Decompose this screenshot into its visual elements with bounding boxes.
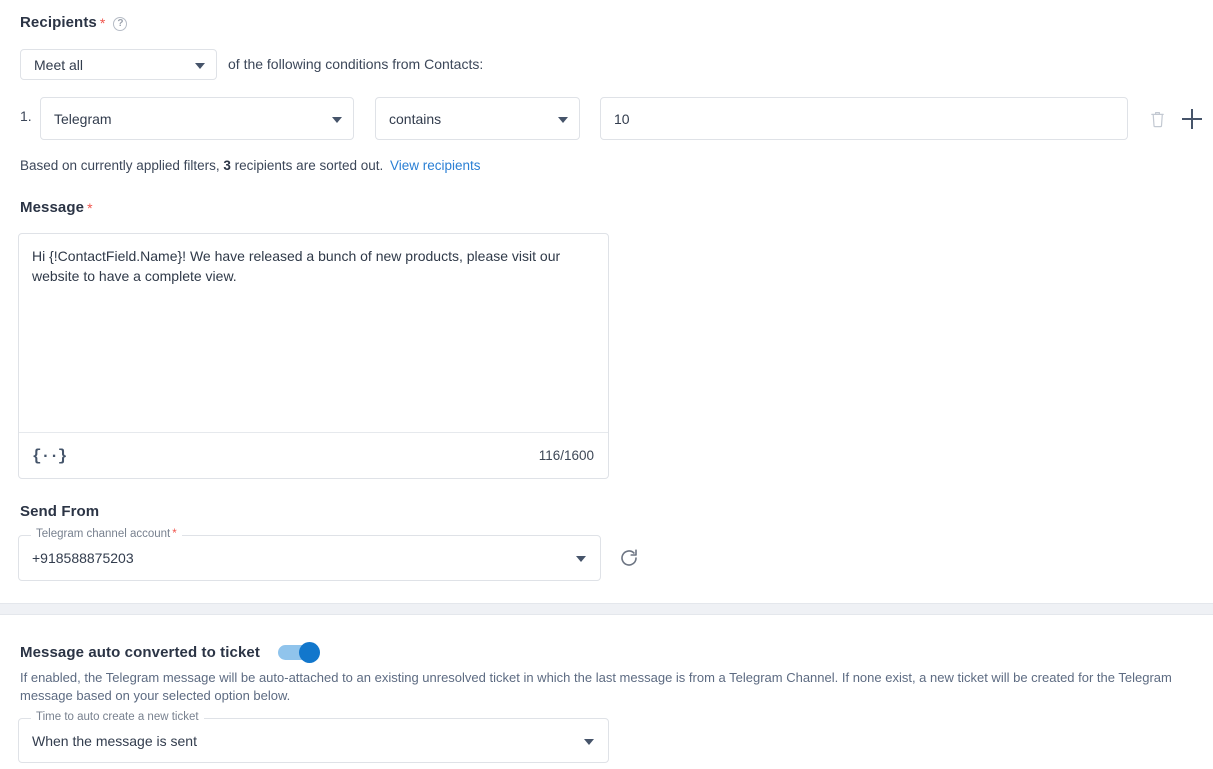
message-textarea[interactable] [19, 234, 608, 432]
trash-icon[interactable] [1144, 106, 1170, 132]
telegram-account-select[interactable]: Telegram channel account * +918588875203 [18, 528, 601, 581]
message-section-title: Message * [20, 199, 93, 216]
section-divider [0, 603, 1213, 615]
recipients-label: Recipients [20, 14, 97, 31]
condition-operator-select[interactable]: contains [375, 97, 580, 140]
refresh-icon[interactable] [617, 546, 641, 570]
chevron-down-icon [576, 556, 586, 562]
condition-index: 1. [20, 108, 32, 124]
telegram-campaign-form: Recipients * ? Meet all of the following… [0, 0, 1213, 769]
conditions-description: of the following conditions from Contact… [228, 56, 484, 72]
merge-field-icon[interactable]: {··} [32, 447, 67, 465]
ticket-time-select[interactable]: Time to auto create a new ticket When th… [18, 711, 609, 763]
match-type-select[interactable]: Meet all [20, 49, 217, 80]
required-asterisk: * [87, 199, 93, 216]
question-mark-icon[interactable]: ? [113, 16, 128, 31]
chevron-down-icon [584, 738, 594, 745]
chevron-down-icon [558, 116, 568, 123]
toggle-thumb [298, 642, 320, 663]
chevron-down-icon [195, 62, 205, 69]
send-from-section-title: Send From [20, 503, 100, 520]
message-label: Message [20, 199, 85, 216]
condition-field-select[interactable]: Telegram [40, 97, 354, 140]
chevron-down-icon [332, 116, 342, 123]
view-recipients-link[interactable]: View recipients [390, 158, 481, 173]
telegram-account-label: Telegram channel account * [31, 528, 182, 540]
ticket-description: If enabled, the Telegram message will be… [20, 670, 1172, 703]
condition-value-text: 10 [614, 110, 630, 127]
match-type-value: Meet all [34, 56, 84, 73]
recipient-count: 3 [223, 158, 231, 173]
filter-summary-prefix: Based on currently applied filters, [20, 158, 220, 173]
filter-summary: Based on currently applied filters, 3 re… [20, 158, 481, 173]
message-editor: {··} 116/1600 [18, 233, 609, 479]
condition-row: 1. Telegram contains 10 [18, 97, 1208, 141]
plus-icon[interactable] [1178, 105, 1206, 133]
ticket-section-title: Message auto converted to ticket [20, 644, 260, 661]
condition-operator-value: contains [389, 110, 442, 127]
message-editor-footer: {··} 116/1600 [19, 432, 608, 478]
required-asterisk: * [99, 14, 106, 31]
ticket-time-value: When the message is sent [32, 732, 197, 749]
character-counter: 116/1600 [538, 448, 594, 463]
ticket-section-header: Message auto converted to ticket [20, 642, 320, 663]
filter-summary-suffix: recipients are sorted out. [234, 158, 384, 173]
ticket-time-label: Time to auto create a new ticket [31, 711, 204, 723]
telegram-account-label-text: Telegram channel account [36, 528, 171, 540]
condition-field-value: Telegram [54, 110, 112, 127]
ticket-auto-convert-toggle[interactable] [277, 642, 320, 663]
telegram-account-value: +918588875203 [32, 550, 134, 566]
recipients-section-title: Recipients * ? [20, 14, 128, 31]
required-asterisk: * [172, 528, 177, 540]
condition-value-input[interactable]: 10 [600, 97, 1128, 140]
